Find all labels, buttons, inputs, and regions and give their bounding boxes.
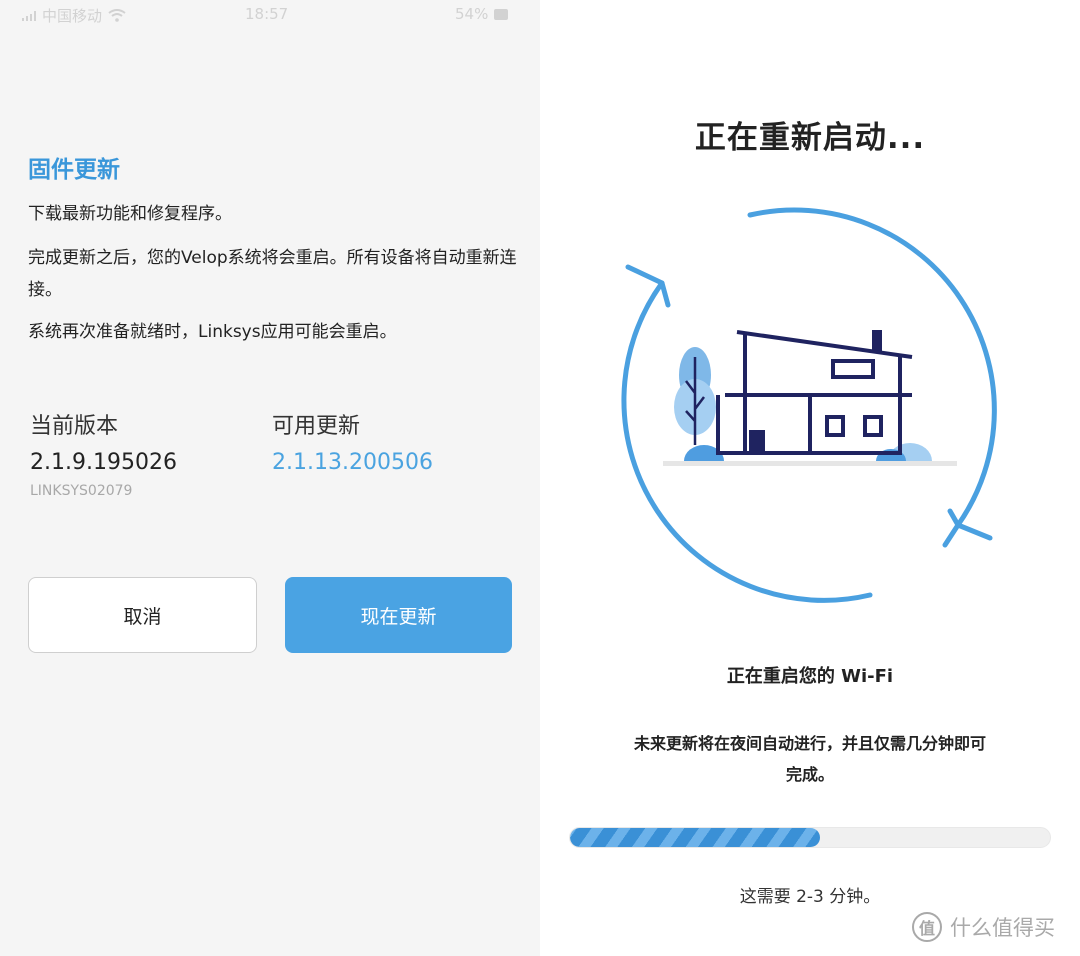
current-version-label: 当前版本 (30, 414, 119, 439)
watermark: 值 什么值得买 (912, 912, 1055, 942)
carrier-label: 中国移动 (42, 7, 103, 25)
battery-percent: 54% (455, 5, 489, 23)
description-line-2: 完成更新之后，您的Velop系统将会重启。所有设备将自动重新连接。 (28, 248, 517, 300)
rebooting-illustration (621, 207, 997, 603)
page-title: 固件更新 (28, 157, 120, 183)
description-line-1: 下载最新功能和修复程序。 (28, 204, 232, 224)
rebooting-subtitle: 正在重启您的 Wi-Fi (726, 666, 894, 687)
reboot-progress-bar (569, 827, 1051, 848)
ground-line (663, 461, 957, 466)
update-now-button[interactable]: 现在更新 (285, 577, 512, 653)
time-estimate: 这需要 2-3 分钟。 (739, 887, 881, 907)
rebooting-panel: 正在重新启动... 正在重启您的 Wi-Fi 未来更新将在夜间自动进行，并且仅需… (540, 0, 1080, 956)
firmware-update-panel: 中国移动 18:57 54% 固件更新 下载最新功能和修复程序。 完成更新之后，… (0, 0, 540, 956)
carrier: 中国移动 (22, 5, 126, 26)
signal-icon (22, 10, 36, 21)
rebooting-title: 正在重新启动... (694, 120, 926, 156)
status-bar: 中国移动 18:57 54% (0, 0, 540, 30)
available-update-label: 可用更新 (272, 414, 361, 439)
tree-icon (674, 347, 716, 445)
reboot-progress-fill (570, 828, 820, 847)
available-update-value: 2.1.13.200506 (272, 450, 433, 475)
clock: 18:57 (245, 5, 289, 23)
watermark-text: 什么值得买 (950, 916, 1055, 940)
current-version-value: 2.1.9.195026 (30, 450, 177, 475)
house-icon (716, 330, 913, 455)
battery-status: 54% (455, 5, 509, 23)
battery-icon (494, 8, 509, 20)
cancel-button[interactable]: 取消 (28, 577, 257, 653)
watermark-logo-icon: 值 (912, 912, 942, 942)
description-line-3: 系统再次准备就绪时，Linksys应用可能会重启。 (28, 322, 397, 342)
wifi-icon (108, 9, 126, 22)
device-serial: LINKSYS02079 (30, 483, 133, 499)
future-update-note: 未来更新将在夜间自动进行，并且仅需几分钟即可完成。 (633, 734, 986, 784)
